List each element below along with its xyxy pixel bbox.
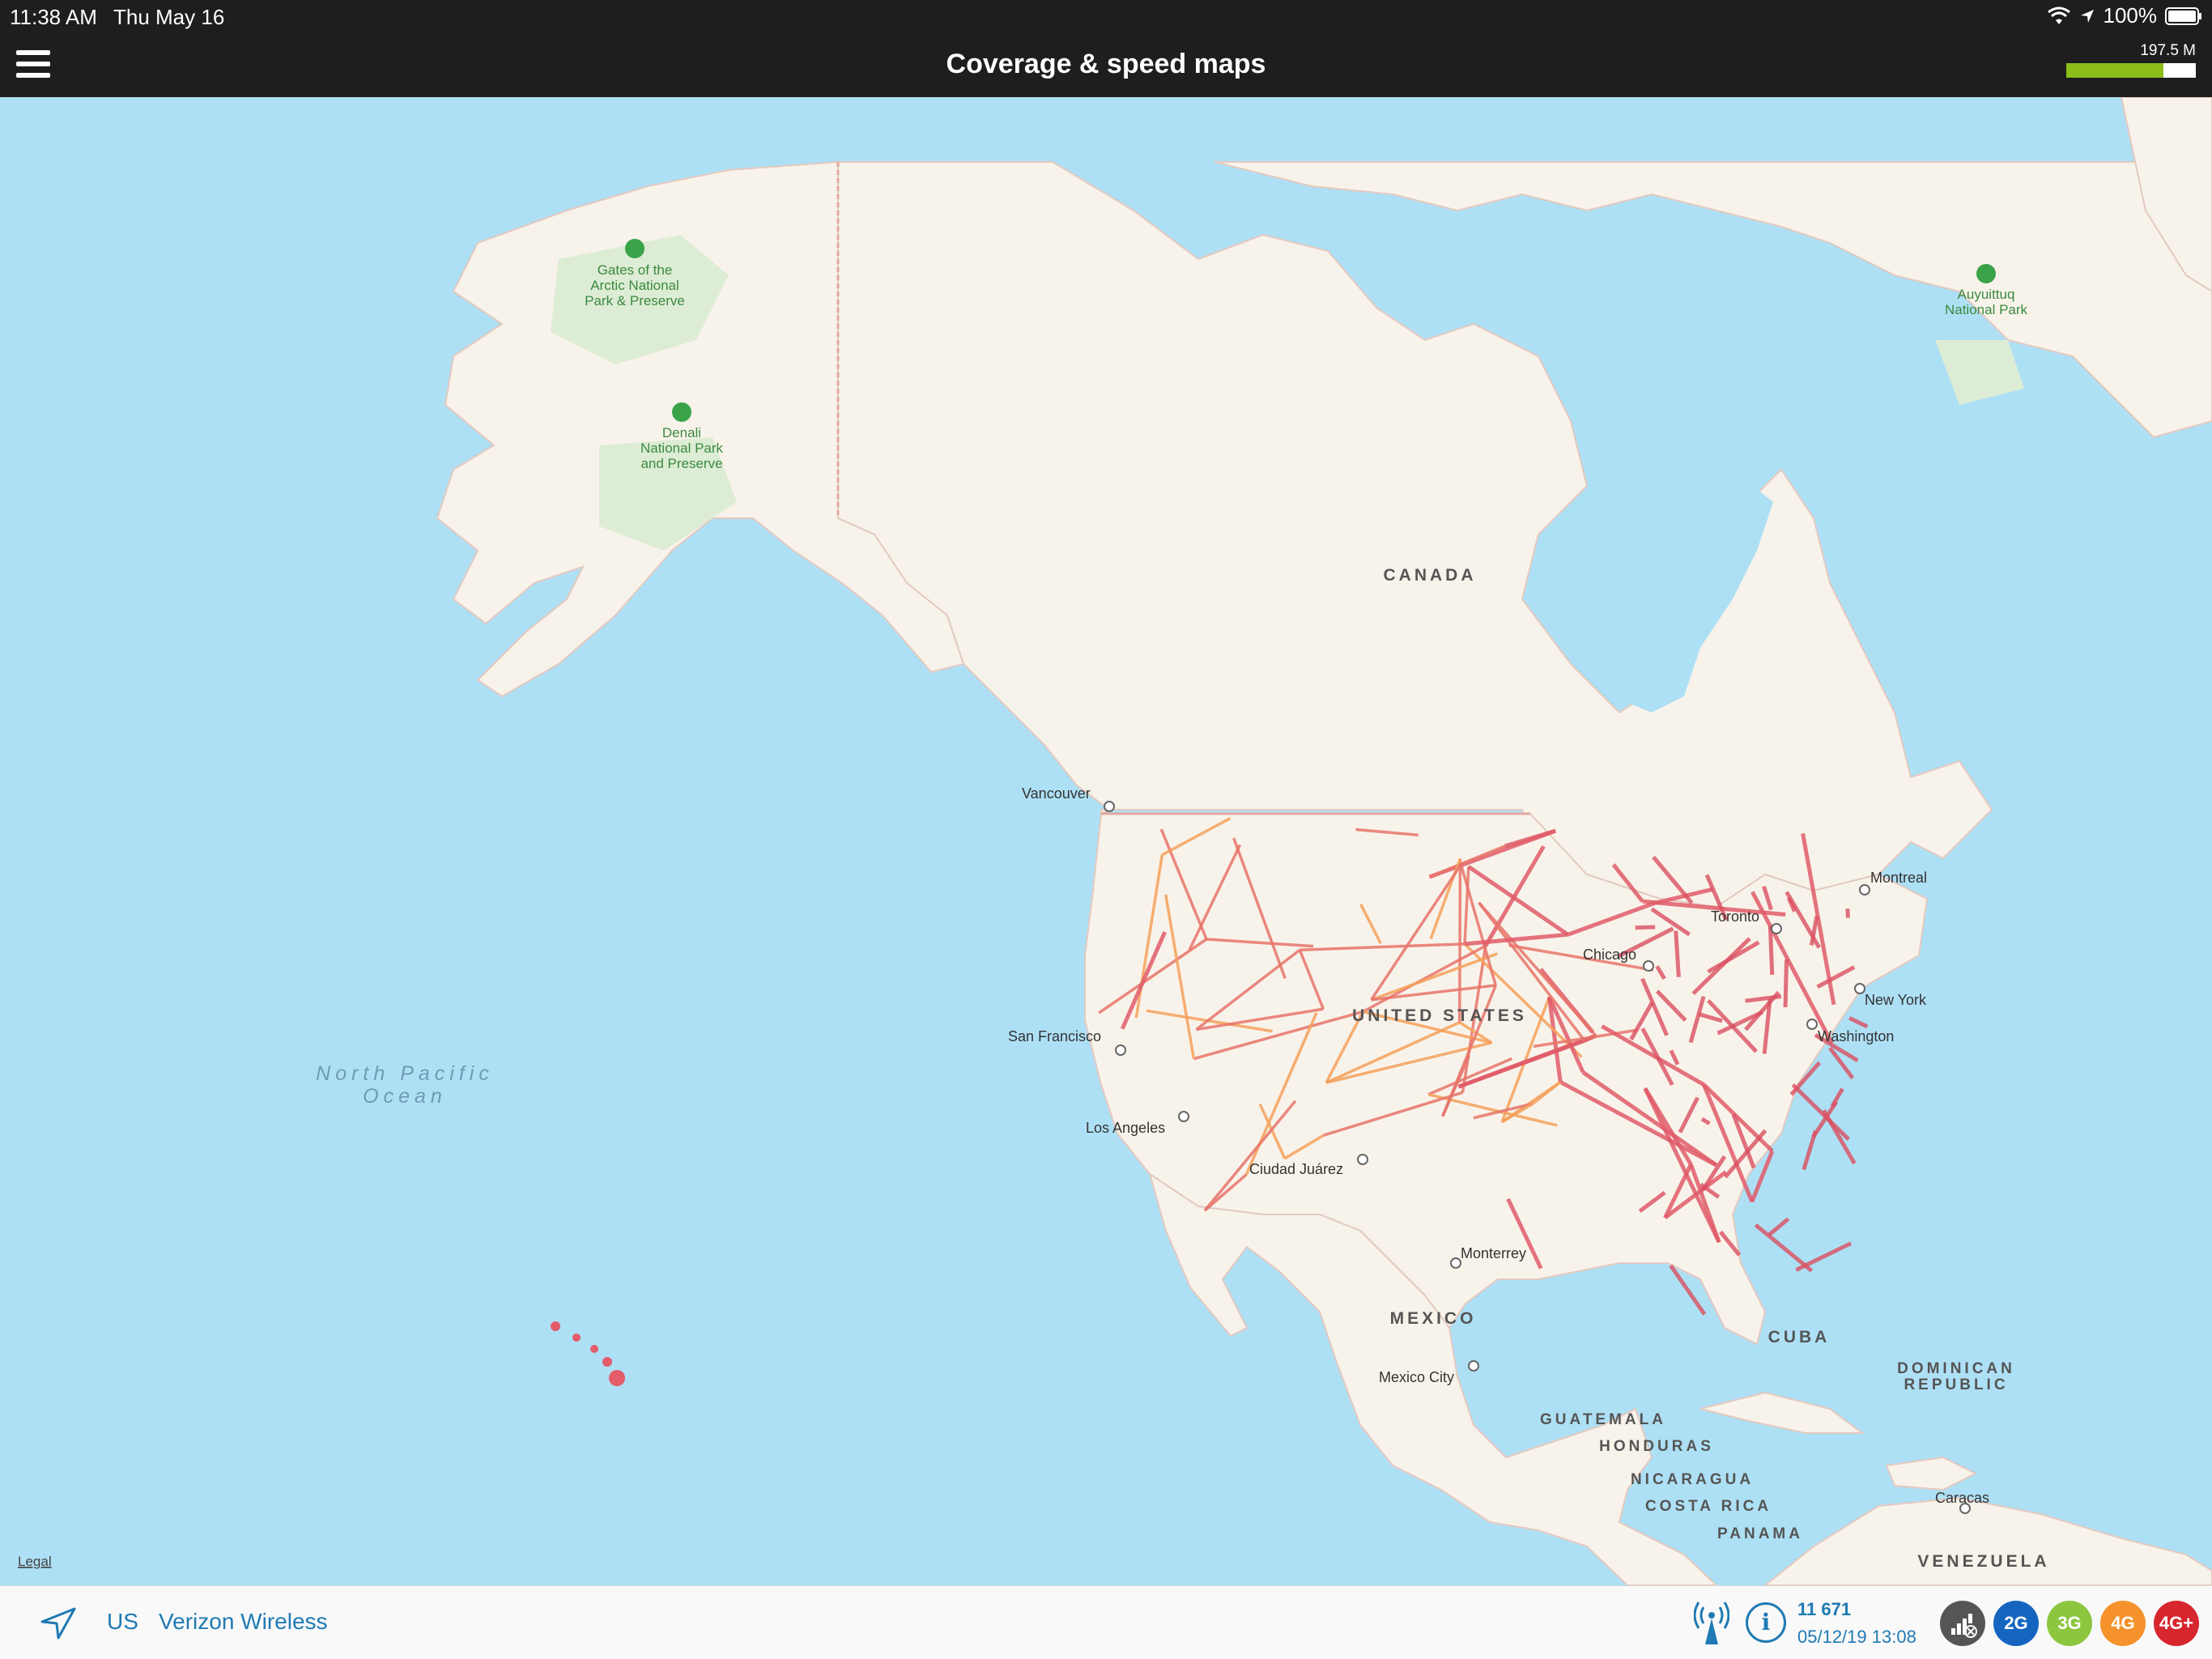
label-ocean-2: Ocean [363, 1085, 447, 1108]
navigation-bar: Coverage & speed maps 197.5 M [0, 32, 2212, 97]
coverage-segment [1783, 959, 1789, 1007]
label-canada: CANADA [1384, 566, 1477, 585]
status-time: 11:38 AM [10, 5, 97, 29]
status-date: Thu May 16 [113, 5, 225, 29]
city-dot-san-francisco[interactable] [1115, 1044, 1126, 1056]
label-chicago: Chicago [1583, 946, 1636, 963]
city-dot-los-angeles[interactable] [1178, 1111, 1189, 1122]
label-gates-1: Gates of the [598, 262, 673, 278]
coverage-segment [1457, 858, 1462, 1023]
label-denali-3: and Preserve [640, 456, 722, 471]
label-venezuela: VENEZUELA [1917, 1552, 2049, 1571]
label-dominican-2: REPUBLIC [1904, 1376, 2008, 1393]
location-arrow-icon [2080, 9, 2094, 23]
city-dot-chicago[interactable] [1643, 960, 1654, 972]
city-dot-vancouver[interactable] [1104, 801, 1115, 812]
legal-link[interactable]: Legal [18, 1554, 52, 1569]
coverage-map[interactable]: CANADA UNITED STATES MEXICO CUBA DOMINIC… [0, 97, 2212, 1585]
city-dot-mexico-city[interactable] [1468, 1360, 1479, 1372]
label-honduras: HONDURAS [1599, 1438, 1714, 1455]
filter-4g-button[interactable]: 4G [2100, 1601, 2146, 1646]
city-dot-new-york[interactable] [1854, 983, 1865, 994]
operator-selector[interactable]: Verizon Wireless [159, 1609, 328, 1635]
data-usage-bar [2066, 63, 2196, 78]
label-new-york: New York [1865, 992, 1927, 1008]
coverage-segment [1767, 925, 1775, 976]
data-usage-fill [2066, 63, 2163, 78]
tree-icon [1976, 264, 1996, 283]
country-selector[interactable]: US [107, 1609, 138, 1635]
label-cuba: CUBA [1768, 1328, 1831, 1346]
filter-3g-button[interactable]: 3G [2047, 1601, 2092, 1646]
label-washington: Washington [1818, 1028, 1894, 1044]
status-bar: 11:38 AM Thu May 16 100% [0, 0, 2212, 32]
info-icon[interactable]: i [1746, 1602, 1786, 1643]
city-dot-monterrey[interactable] [1450, 1257, 1461, 1269]
label-mexico: MEXICO [1390, 1309, 1477, 1328]
status-icons: 100% [2047, 3, 2203, 28]
label-gates-2: Arctic National [590, 278, 679, 293]
label-denali-1: Denali [662, 425, 701, 440]
label-monterrey: Monterrey [1461, 1245, 1526, 1261]
bottom-toolbar: US Verizon Wireless i 11 671 05/12/19 13… [0, 1585, 2212, 1659]
label-auyuittuq-2: National Park [1945, 302, 2028, 317]
all-networks-filter-icon[interactable] [1940, 1601, 1985, 1646]
label-gates-3: Park & Preserve [585, 293, 685, 308]
label-toronto: Toronto [1711, 908, 1759, 925]
label-auyuittuq-1: Auyuittuq [1958, 287, 2015, 302]
label-vancouver: Vancouver [1022, 785, 1091, 802]
label-ocean-1: North Pacific [316, 1062, 494, 1085]
city-dot-toronto[interactable] [1771, 923, 1782, 934]
label-los-angeles: Los Angeles [1086, 1120, 1165, 1136]
coverage-segment [1635, 925, 1656, 930]
label-nicaragua: NICARAGUA [1631, 1471, 1754, 1488]
label-costa-rica: COSTA RICA [1645, 1498, 1772, 1515]
label-denali-2: National Park [640, 440, 724, 456]
data-usage-label: 197.5 M [2140, 42, 2196, 59]
measurement-datetime: 05/12/19 13:08 [1797, 1627, 1916, 1647]
location-arrow-icon[interactable] [39, 1606, 78, 1641]
battery-icon [2165, 6, 2201, 25]
label-ciudad-juarez: Ciudad Juárez [1249, 1161, 1343, 1177]
city-dot-montreal[interactable] [1859, 884, 1870, 895]
data-usage: 197.5 M [2066, 42, 2196, 78]
measurement-count: 11 671 [1797, 1599, 1852, 1619]
label-dominican-1: DOMINICAN [1897, 1360, 2015, 1377]
wifi-icon [2047, 6, 2070, 24]
city-dot-ciudad-juarez[interactable] [1357, 1154, 1368, 1165]
label-caracas: Caracas [1935, 1490, 1989, 1506]
label-guatemala: GUATEMALA [1540, 1411, 1666, 1428]
city-dot-washington[interactable] [1806, 1019, 1818, 1030]
label-san-francisco: San Francisco [1008, 1028, 1101, 1044]
label-montreal: Montreal [1870, 870, 1927, 886]
filter-2g-button[interactable]: 2G [1993, 1601, 2039, 1646]
page-title: Coverage & speed maps [946, 49, 1266, 79]
tree-icon [672, 402, 691, 422]
tree-icon [625, 239, 644, 258]
filter-4g-plus-button[interactable]: 4G+ [2154, 1601, 2199, 1646]
signal-bars-off-icon [1951, 1614, 1977, 1638]
label-united-states: UNITED STATES [1352, 1006, 1527, 1025]
cell-tower-icon[interactable] [1694, 1601, 1729, 1646]
label-panama: PANAMA [1717, 1525, 1803, 1542]
battery-percent: 100% [2103, 3, 2158, 28]
label-mexico-city: Mexico City [1379, 1369, 1454, 1385]
